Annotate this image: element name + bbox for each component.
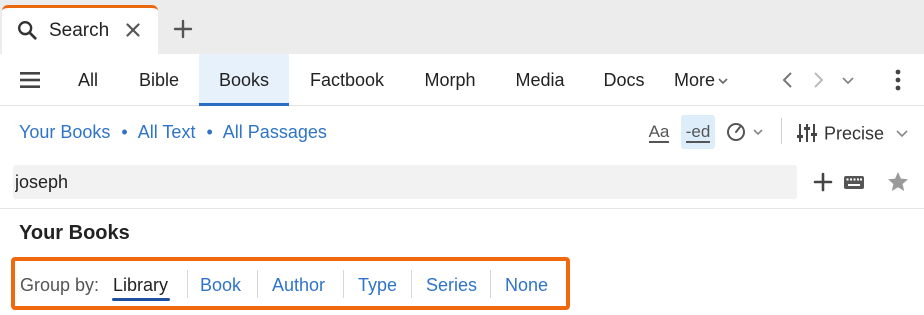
close-icon[interactable] (122, 19, 144, 41)
toolbar-divider (781, 118, 782, 144)
group-separator (257, 270, 258, 298)
category-nav: All Bible Books Factbook Morph Media Doc… (0, 54, 924, 106)
sliders-icon (797, 124, 817, 143)
tab-strip: Search (0, 0, 924, 54)
tab-search[interactable]: Search (2, 5, 158, 54)
match-mode-label: Precise (824, 123, 885, 144)
match-case-label: Aa (648, 122, 670, 143)
history-chevron-down-icon[interactable] (838, 70, 858, 90)
nav-tab-morph[interactable]: Morph (412, 54, 488, 106)
group-separator (411, 270, 412, 298)
scope-separator: • (206, 122, 213, 142)
forward-arrow-icon[interactable] (808, 70, 828, 90)
match-inflections-label: -ed (685, 122, 711, 143)
group-by-type[interactable]: Type (358, 275, 397, 296)
group-separator (490, 270, 491, 298)
favorite-star-icon[interactable] (886, 170, 910, 194)
scope-books-link[interactable]: Your Books (19, 122, 110, 142)
nav-tab-bible[interactable]: Bible (128, 54, 190, 106)
scope-passages-link[interactable]: All Passages (223, 122, 327, 142)
nav-tab-docs[interactable]: Docs (594, 54, 654, 106)
search-speed-dropdown[interactable] (724, 115, 770, 149)
nav-tab-books[interactable]: Books (199, 54, 289, 106)
active-group-indicator (112, 298, 170, 301)
search-input[interactable] (13, 165, 797, 199)
tab-label: Search (49, 20, 110, 41)
nav-tab-all[interactable]: All (66, 54, 110, 106)
section-divider (0, 208, 924, 209)
group-separator (343, 270, 344, 298)
match-mode-dropdown[interactable]: Precise (796, 117, 915, 147)
search-icon (18, 21, 37, 40)
nav-tab-factbook[interactable]: Factbook (299, 54, 395, 106)
group-by-library[interactable]: Library (113, 275, 168, 296)
group-by-author[interactable]: Author (272, 275, 325, 296)
chevron-down-icon (718, 78, 728, 85)
gauge-icon (727, 123, 763, 141)
new-tab-plus-icon[interactable] (171, 17, 195, 41)
group-by-label: Group by: (20, 275, 100, 295)
chevron-down-icon (896, 130, 908, 138)
scope-text-link[interactable]: All Text (138, 122, 196, 142)
group-by-none[interactable]: None (505, 275, 548, 296)
add-plus-icon[interactable] (811, 170, 835, 194)
search-scope: Your Books • All Text • All Passages (19, 122, 327, 143)
keyboard-icon[interactable] (842, 170, 866, 194)
nav-tab-media[interactable]: Media (505, 54, 575, 106)
hamburger-menu-icon[interactable] (18, 69, 42, 91)
nav-more-label: More (674, 70, 716, 90)
group-by-series[interactable]: Series (426, 275, 477, 296)
back-arrow-icon[interactable] (778, 70, 798, 90)
scope-separator: • (121, 122, 128, 142)
group-by-book[interactable]: Book (200, 275, 241, 296)
nav-more-menu[interactable]: More (674, 54, 729, 106)
group-by-bar: Group by: Library Book Author Type Serie… (11, 257, 570, 310)
match-case-toggle[interactable]: Aa (645, 115, 673, 149)
kebab-menu-icon[interactable] (892, 68, 904, 92)
group-separator (187, 270, 188, 298)
results-title: Your Books (19, 222, 130, 244)
match-inflections-toggle[interactable]: -ed (681, 115, 715, 149)
